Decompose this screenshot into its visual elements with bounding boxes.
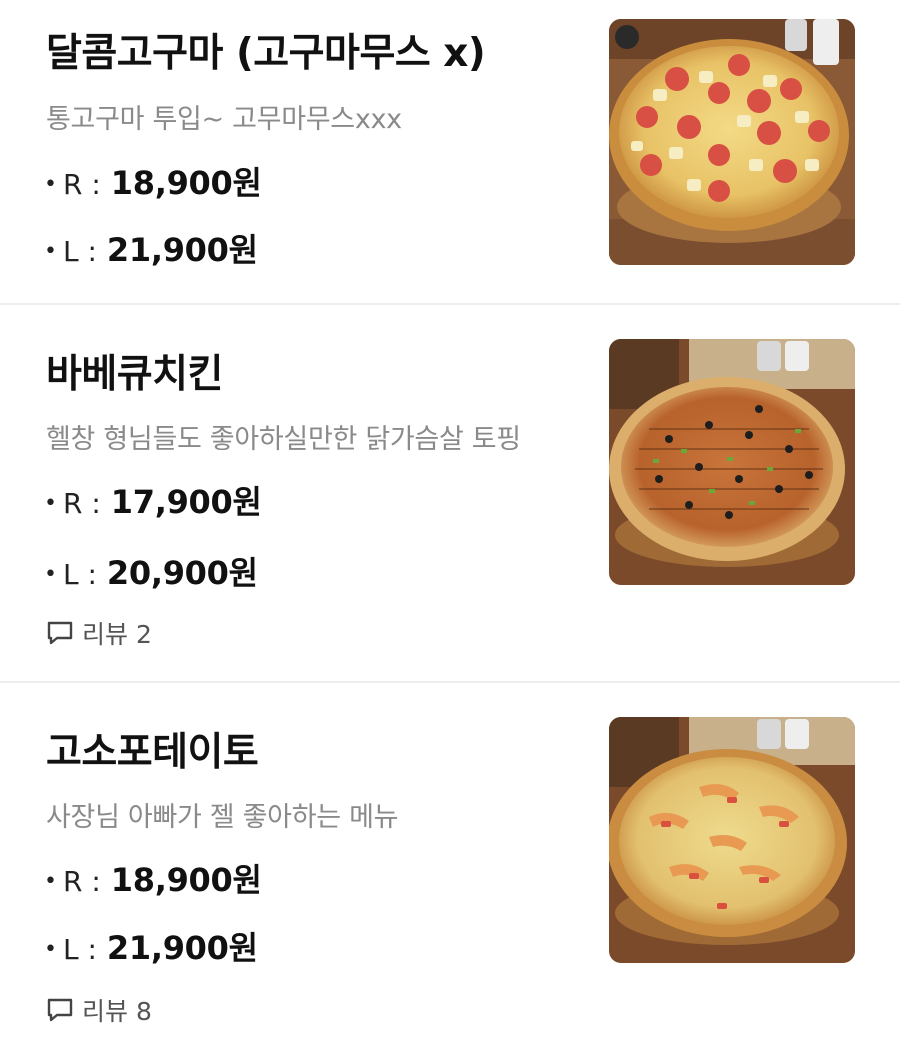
review-count: 리뷰 2: [82, 620, 152, 649]
menu-list: 달콤고구마 (고구마무스 x) 통고구마 투입~ 고무마무스xxx • R : 1…: [0, 0, 900, 1045]
price-large-label: • L :: [44, 558, 97, 591]
menu-item-name: 고소포테이토: [46, 730, 259, 775]
comment-icon: [47, 621, 73, 645]
price-regular-label: • R :: [44, 865, 101, 898]
price-regular-value: 17,900원: [110, 483, 262, 521]
menu-item-image[interactable]: [609, 19, 855, 265]
price-regular-value: 18,900원: [110, 861, 262, 899]
menu-item[interactable]: 바베큐치킨 헬창 형님들도 좋아하실만한 닭가슴살 토핑 • R : 17,900…: [0, 305, 900, 682]
price-large: • L : 21,900원: [44, 923, 258, 969]
menu-item-description: 헬창 형님들도 좋아하실만한 닭가슴살 토핑: [46, 424, 521, 455]
price-regular-value: 18,900원: [110, 164, 262, 202]
price-large-value: 21,900원: [106, 929, 258, 967]
menu-item[interactable]: 고소포테이토 사장님 아빠가 젤 좋아하는 메뉴 • R : 18,900원 • L…: [0, 683, 900, 1045]
comment-icon: [47, 998, 73, 1022]
price-regular-label: • R :: [44, 168, 101, 201]
menu-item-image[interactable]: [609, 339, 855, 585]
price-regular: • R : 17,900원: [44, 477, 262, 523]
price-large-value: 20,900원: [106, 554, 258, 592]
menu-item-description: 통고구마 투입~ 고무마무스xxx: [46, 104, 402, 135]
review-link[interactable]: 리뷰 8: [46, 992, 152, 1028]
price-large-label: • L :: [44, 933, 97, 966]
review-link[interactable]: 리뷰 2: [46, 615, 152, 651]
menu-item-name: 달콤고구마 (고구마무스 x): [46, 31, 486, 76]
price-large-value: 21,900원: [106, 231, 258, 269]
review-count: 리뷰 8: [82, 997, 152, 1026]
price-large: • L : 20,900원: [44, 548, 258, 594]
price-regular-label: • R :: [44, 487, 101, 520]
menu-item-image[interactable]: [609, 717, 855, 963]
menu-item-name: 바베큐치킨: [46, 352, 223, 397]
price-regular: • R : 18,900원: [44, 855, 262, 901]
menu-item-description: 사장님 아빠가 젤 좋아하는 메뉴: [46, 802, 399, 833]
price-large-label: • L :: [44, 235, 97, 268]
menu-item[interactable]: 달콤고구마 (고구마무스 x) 통고구마 투입~ 고무마무스xxx • R : 1…: [0, 0, 900, 304]
price-regular: • R : 18,900원: [44, 158, 262, 204]
price-large: • L : 21,900원: [44, 225, 258, 271]
